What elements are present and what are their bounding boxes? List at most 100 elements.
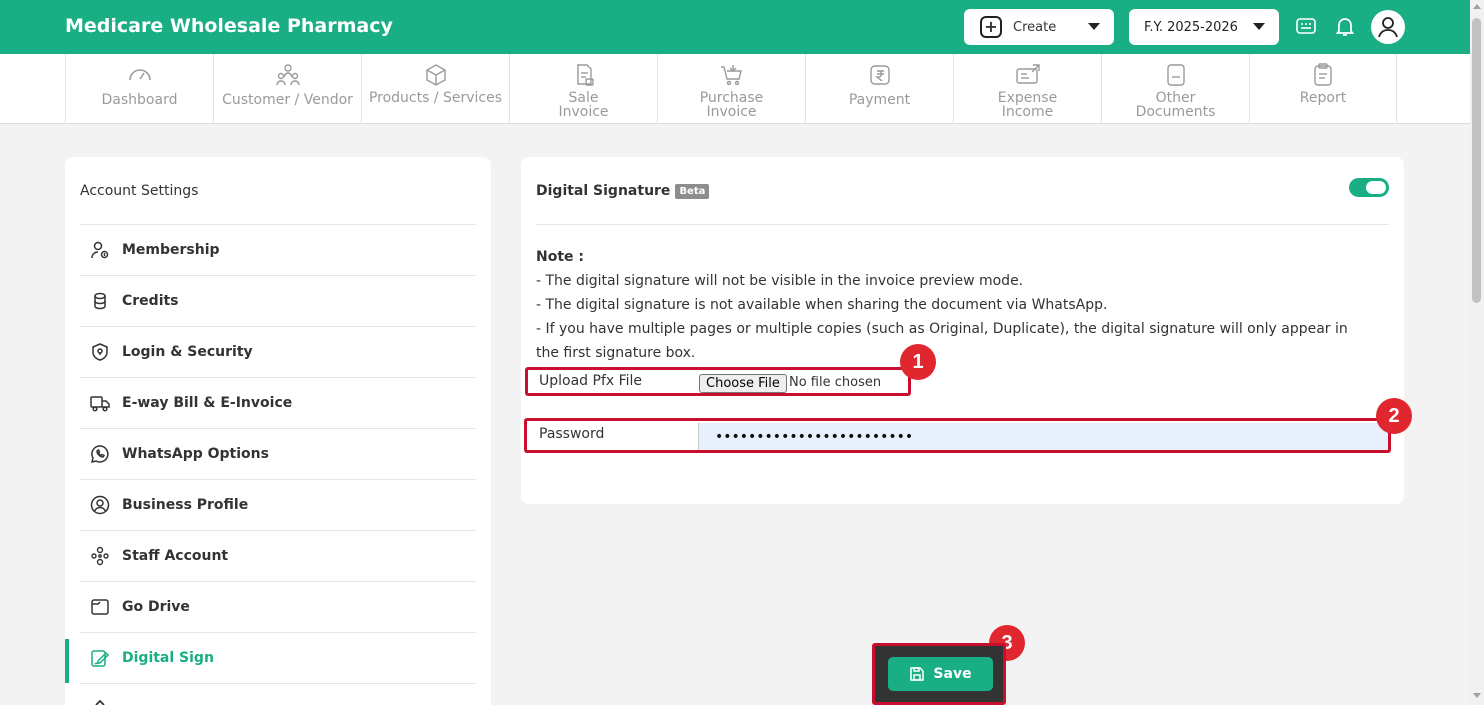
shield-icon xyxy=(92,343,108,361)
note-line: - The digital signature is not available… xyxy=(536,297,1108,313)
rupee-icon xyxy=(869,65,890,85)
main-navigation: Dashboard Customer / Vendor Products / S… xyxy=(0,54,1470,124)
beta-badge: Beta xyxy=(675,183,710,199)
box-icon xyxy=(425,64,446,86)
toggle-knob xyxy=(1366,181,1386,194)
nav-purchase-invoice[interactable]: Purchase Invoice xyxy=(657,54,805,124)
nav-report[interactable]: Report xyxy=(1249,54,1397,124)
account-settings-panel: Account Settings Membership Credits Logi… xyxy=(65,157,491,705)
sidebar-item-staff-account[interactable]: Staff Account xyxy=(80,531,476,582)
upload-pfx-label: Upload Pfx File xyxy=(539,373,643,389)
sidebar-item-label: Go Drive xyxy=(122,599,190,615)
step-badge-1: 1 xyxy=(900,344,936,380)
sidebar-item-business-profile[interactable]: Business Profile xyxy=(80,480,476,531)
coins-icon xyxy=(94,292,106,310)
sidebar-item-membership[interactable]: Membership xyxy=(80,225,476,276)
nav-dashboard[interactable]: Dashboard xyxy=(65,54,213,124)
nav-label: Dashboard xyxy=(101,92,178,108)
clipboard-icon xyxy=(1314,63,1332,86)
staff-icon xyxy=(91,546,109,566)
nav-label-line2: Invoice xyxy=(558,104,609,120)
upload-pfx-row: Upload Pfx File Choose File No file chos… xyxy=(525,367,911,396)
save-button[interactable]: Save xyxy=(888,657,993,691)
nav-other-documents[interactable]: Other Documents xyxy=(1101,54,1249,124)
chevron-down-icon xyxy=(1088,23,1100,30)
digital-signature-title: Digital Signature Beta xyxy=(536,183,710,199)
gauge-icon xyxy=(128,69,151,81)
create-label: Create xyxy=(1013,19,1057,35)
nav-label-line1: Sale xyxy=(568,90,599,106)
calculator-icon[interactable] xyxy=(1294,14,1318,38)
top-header: Medicare Wholesale Pharmacy + Create F.Y… xyxy=(0,0,1470,54)
account-settings-title: Account Settings xyxy=(80,183,199,199)
sidebar-item-login-security[interactable]: Login & Security xyxy=(80,327,476,378)
password-input[interactable] xyxy=(698,423,1388,450)
bell-icon[interactable] xyxy=(1333,14,1357,38)
sidebar-item-label: Login & Security xyxy=(122,344,253,360)
note-line: - The digital signature will not be visi… xyxy=(536,273,1024,289)
cart-icon xyxy=(720,65,742,86)
step-badge-2: 2 xyxy=(1376,398,1412,434)
sidebar-item-label: Credits xyxy=(122,293,179,309)
sidebar-item-label: Business Profile xyxy=(122,497,249,513)
sidebar-item-label: WhatsApp Options xyxy=(122,446,269,462)
divider xyxy=(536,224,1389,225)
users-icon xyxy=(275,64,300,86)
sidebar-item-label: Staff Account xyxy=(122,548,229,564)
nav-label-line1: Other xyxy=(1155,90,1196,106)
password-row: Password xyxy=(524,418,1391,453)
nav-label-line1: Purchase xyxy=(699,90,764,106)
nav-label: Report xyxy=(1299,90,1347,106)
edit-sign-icon xyxy=(91,650,110,667)
nav-label-line2: Income xyxy=(1001,104,1054,120)
membership-icon xyxy=(91,241,109,259)
sidebar-item-whatsapp-options[interactable]: WhatsApp Options xyxy=(80,429,476,480)
nav-sale-invoice[interactable]: Sale Invoice xyxy=(509,54,657,124)
create-button[interactable]: + Create xyxy=(964,9,1114,45)
user-avatar-icon[interactable] xyxy=(1371,10,1405,44)
user-circle-icon xyxy=(90,495,110,515)
nav-expense-income[interactable]: Expense Income xyxy=(953,54,1101,124)
nav-label-line2: Invoice xyxy=(706,104,757,120)
active-indicator xyxy=(65,639,69,683)
password-label: Password xyxy=(539,426,605,442)
note-title: Note : xyxy=(536,249,584,265)
whatsapp-icon xyxy=(90,445,109,464)
note-line: - If you have multiple pages or multiple… xyxy=(536,321,1348,361)
nav-label: Products / Services xyxy=(368,90,503,106)
app-title: Medicare Wholesale Pharmacy xyxy=(65,15,393,37)
sidebar-item-eway-bill[interactable]: E-way Bill & E-Invoice xyxy=(80,378,476,429)
document-icon xyxy=(1166,64,1185,86)
sale-invoice-icon xyxy=(576,64,594,86)
fy-label: F.Y. 2025-2026 xyxy=(1144,19,1238,35)
financial-year-select[interactable]: F.Y. 2025-2026 xyxy=(1129,9,1279,45)
save-icon xyxy=(910,667,925,681)
nav-customer-vendor[interactable]: Customer / Vendor xyxy=(213,54,361,124)
choose-file-button[interactable]: Choose File xyxy=(699,374,787,393)
save-label: Save xyxy=(933,666,972,682)
no-file-chosen-text: No file chosen xyxy=(789,375,882,390)
chevron-up-icon xyxy=(95,699,105,705)
nav-label-line2: Documents xyxy=(1135,104,1216,120)
truck-icon xyxy=(90,396,110,412)
scroll-up-arrow-icon[interactable] xyxy=(1473,4,1481,9)
nav-label: Customer / Vendor xyxy=(222,92,353,108)
nav-payment[interactable]: Payment xyxy=(805,54,953,124)
nav-label-line1: Expense xyxy=(997,90,1058,106)
note-block: Note : - The digital signature will not … xyxy=(536,245,1366,365)
folder-icon xyxy=(91,599,109,615)
sidebar-item-label: Digital Sign xyxy=(122,650,214,666)
panel-title-text: Digital Signature xyxy=(536,183,671,199)
sidebar-item-label: Membership xyxy=(122,242,220,258)
chevron-down-icon xyxy=(1253,23,1265,30)
digital-signature-toggle[interactable] xyxy=(1349,178,1389,197)
scroll-down-arrow-icon[interactable] xyxy=(1473,693,1481,698)
sidebar-item-credits[interactable]: Credits xyxy=(80,276,476,327)
sidebar-item-label: E-way Bill & E-Invoice xyxy=(122,395,293,411)
scrollbar-thumb[interactable] xyxy=(1472,18,1481,303)
nav-products-services[interactable]: Products / Services xyxy=(361,54,509,124)
sidebar-item-go-drive[interactable]: Go Drive xyxy=(80,582,476,633)
nav-label: Payment xyxy=(848,92,911,108)
sidebar-item-digital-sign[interactable]: Digital Sign xyxy=(80,633,476,684)
expense-icon xyxy=(1015,64,1040,84)
